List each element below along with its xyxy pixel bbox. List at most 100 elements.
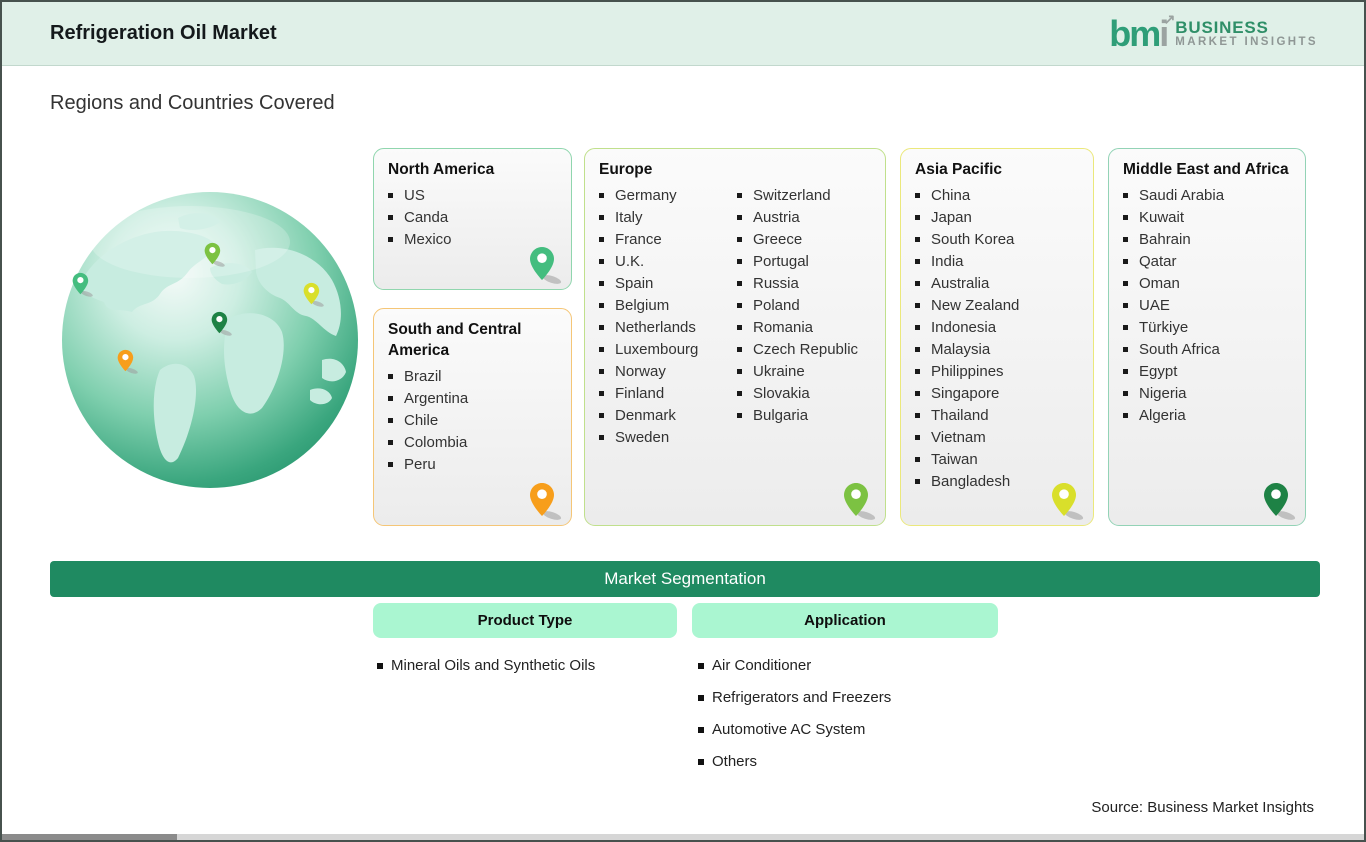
list-item: Portugal [737,251,871,273]
list-item: Oman [1123,273,1291,295]
country-list: Switzerland Austria Greece Portugal Russia Po… [737,185,871,449]
list-item: Kuwait [1123,207,1291,229]
list-item: Taiwan [915,449,1079,471]
list-item: Italy [599,207,733,229]
list-item: Türkiye [1123,317,1291,339]
list-item: Mineral Oils and Synthetic Oils [377,657,595,675]
list-item: Malaysia [915,339,1079,361]
list-item: China [915,185,1079,207]
list-item: Sweden [599,427,733,449]
list-item: Others [698,753,891,771]
list-item: Switzerland [737,185,871,207]
region-card-europe: Europe Germany Italy France U.K. Spain Belgiu… [584,148,886,526]
list-item: Austria [737,207,871,229]
europe-columns: Germany Italy France U.K. Spain Belgium Nether… [599,185,871,449]
logo-text: BUSINESS MARKET INSIGHTS [1175,17,1318,49]
bmi-logo: bmi ↗ BUSINESS MARKET INSIGHTS [1109,12,1318,54]
region-card-middle-east-africa: Middle East and Africa Saudi Arabia Kuwai… [1108,148,1306,526]
list-item: Germany [599,185,733,207]
list-item: Norway [599,361,733,383]
logo-line1: BUSINESS [1175,17,1269,37]
location-pin-icon [1263,482,1297,520]
list-item: Australia [915,273,1079,295]
product-type-list: Mineral Oils and Synthetic Oils [377,657,595,689]
list-item: Thailand [915,405,1079,427]
list-item: Spain [599,273,733,295]
market-segmentation-title: Market Segmentation [604,569,766,588]
country-list: China Japan South Korea India Australia New Z… [915,185,1079,493]
list-item: Ukraine [737,361,871,383]
list-item: France [599,229,733,251]
list-item: Nigeria [1123,383,1291,405]
source-note: Source: Business Market Insights [1091,799,1314,816]
list-item: Egypt [1123,361,1291,383]
list-item: Greece [737,229,871,251]
list-item: Denmark [599,405,733,427]
logo-monogram-green: bm [1109,12,1161,54]
market-segmentation-bar: Market Segmentation [50,561,1320,597]
application-chip: Application [692,603,998,638]
globe-image [62,192,358,488]
list-item: Japan [915,207,1079,229]
region-title: Asia Pacific [915,161,1003,178]
list-item: Netherlands [599,317,733,339]
list-item: U.K. [599,251,733,273]
location-pin-icon [843,482,877,520]
list-item: Air Conditioner [698,657,891,675]
list-item: US [388,185,557,207]
location-pin-icon [1051,482,1085,520]
list-item: Colombia [388,432,557,454]
country-list: US Canda Mexico [388,185,557,251]
country-list: Saudi Arabia Kuwait Bahrain Qatar Oman UAE Tür… [1123,185,1291,427]
list-item: Romania [737,317,871,339]
scrollbar-thumb[interactable] [2,834,177,840]
page-title: Refrigeration Oil Market [50,22,277,44]
list-item: Czech Republic [737,339,871,361]
country-list: Germany Italy France U.K. Spain Belgium Nether… [599,185,733,449]
globe-pin-middle-east-africa-icon [211,311,233,336]
list-item: South Africa [1123,339,1291,361]
list-item: Poland [737,295,871,317]
list-item: Philippines [915,361,1079,383]
list-item: Chile [388,410,557,432]
list-item: UAE [1123,295,1291,317]
list-item: Saudi Arabia [1123,185,1291,207]
region-title: Middle East and Africa [1123,161,1289,178]
application-label: Application [804,612,886,629]
location-pin-icon [529,482,563,520]
list-item: Luxembourg [599,339,733,361]
list-item: Bahrain [1123,229,1291,251]
list-item: Brazil [388,366,557,388]
logo-line2: MARKET INSIGHTS [1175,36,1318,49]
region-title: Europe [599,161,653,178]
globe-pin-south-america-icon [117,349,139,374]
list-item: Argentina [388,388,557,410]
list-item: Automotive AC System [698,721,891,739]
horizontal-scrollbar[interactable] [2,834,1364,840]
list-item: Bulgaria [737,405,871,427]
globe-illustration [60,190,360,490]
region-title: South and Central America [388,321,522,359]
list-item: Slovakia [737,383,871,405]
list-item: Canda [388,207,557,229]
product-type-chip: Product Type [373,603,677,638]
list-item: Singapore [915,383,1079,405]
header-bar: Refrigeration Oil Market bmi ↗ BUSINESS … [2,2,1364,66]
list-item: Peru [388,454,557,476]
list-item: Qatar [1123,251,1291,273]
list-item: Vietnam [915,427,1079,449]
logo-arrow-icon: ↗ [1163,10,1176,27]
list-item: New Zealand [915,295,1079,317]
country-list: Brazil Argentina Chile Colombia Peru [388,366,557,476]
region-title: North America [388,161,495,178]
list-item: Belgium [599,295,733,317]
section-title: Regions and Countries Covered [50,92,335,114]
product-type-label: Product Type [477,612,573,629]
application-list: Air Conditioner Refrigerators and Freezer… [698,657,891,785]
region-card-asia-pacific: Asia Pacific China Japan South Korea India A… [900,148,1094,526]
list-item: India [915,251,1079,273]
list-item: Finland [599,383,733,405]
globe-pin-asia-icon [303,282,325,307]
list-item: Indonesia [915,317,1079,339]
region-card-south-central-america: South and Central America Brazil Argentin… [373,308,572,526]
